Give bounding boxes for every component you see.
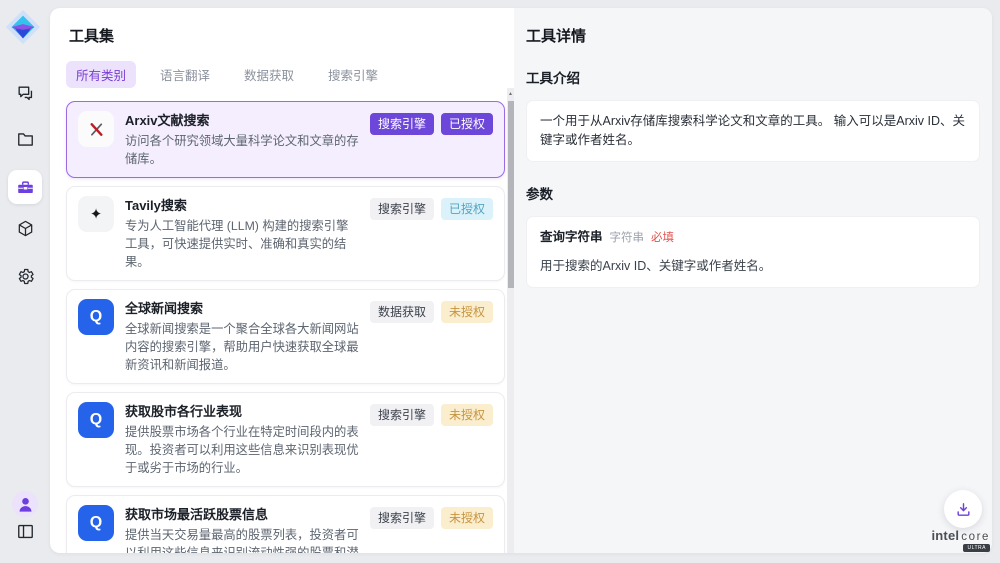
cube-icon <box>16 219 35 238</box>
param-type: 字符串 <box>610 229 645 248</box>
tool-name: Arxiv文献搜索 <box>125 112 359 129</box>
tool-list: Arxiv文献搜索 访问各个研究领域大量科学论文和文章的存储库。 搜索引擎 已授… <box>50 101 514 553</box>
category-badge: 搜索引擎 <box>370 113 434 135</box>
layout-panel-icon <box>16 522 35 541</box>
auth-status-badge: 未授权 <box>441 507 493 529</box>
folder-icon <box>16 130 35 149</box>
tool-description: 提供股票市场各个行业在特定时间段内的表现。投资者可以利用这些信息来识别表现优于或… <box>125 423 359 477</box>
category-tab[interactable]: 搜索引擎 <box>318 61 388 88</box>
tool-card[interactable]: Q 获取市场最活跃股票信息 提供当天交易量最高的股票列表，投资者可以利用这些信息… <box>66 495 505 553</box>
tool-name: 全球新闻搜索 <box>125 300 359 317</box>
download-icon <box>955 501 972 518</box>
chat-icon <box>16 84 35 103</box>
ultra-badge: ULTRA <box>963 544 990 552</box>
user-avatar-icon <box>16 495 35 514</box>
param-description: 用于搜索的Arxiv ID、关键字或作者姓名。 <box>540 257 966 276</box>
category-tabs: 所有类别语言翻译数据获取搜索引擎 <box>66 61 514 88</box>
tool-name: Tavily搜索 <box>125 197 359 214</box>
main-panel: 工具集 所有类别语言翻译数据获取搜索引擎 Arxiv文献搜索 访问各个研究领域大… <box>50 8 992 553</box>
auth-status-badge: 未授权 <box>441 404 493 426</box>
intro-card: 一个用于从Arxiv存储库搜索科学论文和文章的工具。 输入可以是Arxiv ID… <box>526 100 980 162</box>
arxiv-x-icon <box>78 111 114 147</box>
param-name: 查询字符串 <box>540 228 603 247</box>
auth-status-badge: 已授权 <box>441 198 493 220</box>
tool-card[interactable]: ✦ Tavily搜索 专为人工智能代理 (LLM) 构建的搜索引擎工具，可快速提… <box>66 186 505 281</box>
tool-card[interactable]: Q 获取股市各行业表现 提供股票市场各个行业在特定时间段内的表现。投资者可以利用… <box>66 392 505 487</box>
category-tab[interactable]: 语言翻译 <box>150 61 220 88</box>
tool-description: 专为人工智能代理 (LLM) 构建的搜索引擎工具，可快速提供实时、准确和真实的结… <box>125 217 359 271</box>
scrollbar-up-arrow-icon[interactable]: ▲ <box>507 91 514 97</box>
intel-wordmark: intel <box>931 528 959 543</box>
auth-status-badge: 已授权 <box>441 113 493 135</box>
core-wordmark: core <box>961 531 990 543</box>
param-card: 查询字符串 字符串 必填 用于搜索的Arxiv ID、关键字或作者姓名。 <box>526 216 980 288</box>
details-title: 工具详情 <box>526 25 980 46</box>
juhe-q-icon: Q <box>78 402 114 438</box>
toolset-panel: 工具集 所有类别语言翻译数据获取搜索引擎 Arxiv文献搜索 访问各个研究领域大… <box>50 8 514 553</box>
juhe-q-icon: Q <box>78 299 114 335</box>
sidebar-item-files[interactable] <box>8 122 42 156</box>
tool-name: 获取市场最活跃股票信息 <box>125 506 359 523</box>
category-badge: 搜索引擎 <box>370 404 434 426</box>
sidebar-item-collapse[interactable] <box>8 514 42 548</box>
intro-text: 一个用于从Arxiv存储库搜索科学论文和文章的工具。 输入可以是Arxiv ID… <box>540 114 965 147</box>
category-tab[interactable]: 数据获取 <box>234 61 304 88</box>
sidebar-item-tools[interactable] <box>8 170 42 204</box>
list-scrollbar[interactable]: ▲ <box>507 88 514 553</box>
category-badge: 搜索引擎 <box>370 507 434 529</box>
sidebar-item-settings[interactable] <box>8 259 42 293</box>
sidebar-item-models[interactable] <box>8 211 42 245</box>
intel-core-logo: intel core ULTRA <box>931 528 990 552</box>
tool-name: 获取股市各行业表现 <box>125 403 359 420</box>
left-rail <box>0 0 50 563</box>
auth-status-badge: 未授权 <box>441 301 493 323</box>
tool-description: 访问各个研究领域大量科学论文和文章的存储库。 <box>125 132 359 168</box>
toolset-title: 工具集 <box>69 25 514 46</box>
gear-icon <box>16 267 35 286</box>
app-logo-diamond-icon <box>4 8 42 46</box>
sidebar-item-chat[interactable] <box>8 76 42 110</box>
intro-heading: 工具介绍 <box>526 67 980 87</box>
tool-details-panel: 工具详情 工具介绍 一个用于从Arxiv存储库搜索科学论文和文章的工具。 输入可… <box>514 8 992 553</box>
download-button[interactable] <box>944 490 982 528</box>
tool-description: 提供当天交易量最高的股票列表，投资者可以利用这些信息来识别流动性强的股票和潜在的… <box>125 526 359 553</box>
tavily-star-icon: ✦ <box>78 196 114 232</box>
tool-description: 全球新闻搜索是一个聚合全球各大新闻网站内容的搜索引擎，帮助用户快速获取全球最新资… <box>125 320 359 374</box>
scrollbar-thumb[interactable] <box>508 101 514 288</box>
params-heading: 参数 <box>526 183 980 203</box>
category-badge: 搜索引擎 <box>370 198 434 220</box>
category-tab[interactable]: 所有类别 <box>66 61 136 88</box>
category-badge: 数据获取 <box>370 301 434 323</box>
param-required-badge: 必填 <box>651 229 674 248</box>
toolbox-icon <box>16 178 35 197</box>
tool-card[interactable]: Q 全球新闻搜索 全球新闻搜索是一个聚合全球各大新闻网站内容的搜索引擎，帮助用户… <box>66 289 505 384</box>
juhe-q-icon: Q <box>78 505 114 541</box>
tool-card[interactable]: Arxiv文献搜索 访问各个研究领域大量科学论文和文章的存储库。 搜索引擎 已授… <box>66 101 505 178</box>
